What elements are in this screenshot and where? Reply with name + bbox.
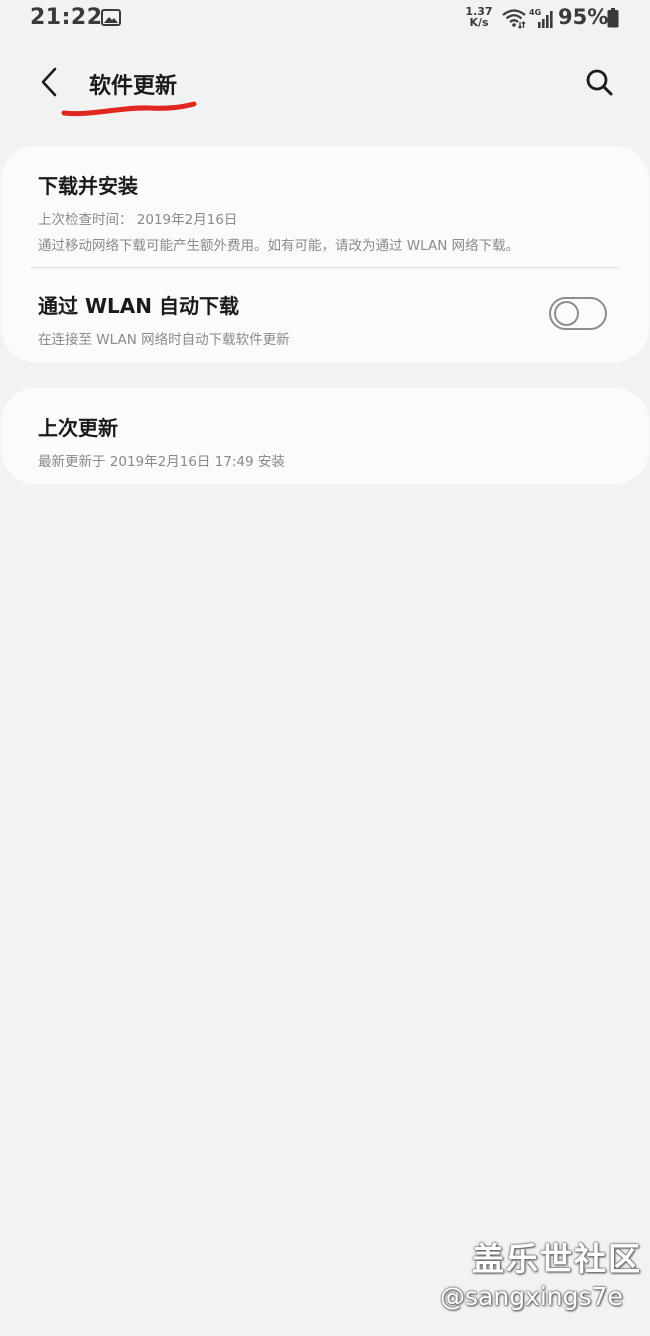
auto-download-wlan-title: 通过 WLAN 自动下载 — [38, 294, 239, 318]
search-icon — [586, 69, 613, 96]
status-bar: 21:22 1.37 K/s 4G 95% — [0, 0, 650, 40]
network-type-label: 4G — [529, 8, 541, 17]
last-check-time: 上次检查时间： 2019年2月16日 — [38, 212, 238, 228]
network-speed-unit: K/s — [469, 16, 489, 29]
toggle-knob — [554, 301, 579, 326]
battery-percent: 95% — [558, 5, 609, 29]
download-and-install-item[interactable]: 下载并安装 上次检查时间： 2019年2月16日 通过移动网络下载可能产生额外费… — [38, 170, 609, 254]
search-button[interactable] — [580, 64, 618, 100]
back-button[interactable] — [34, 64, 66, 100]
mobile-data-notice: 通过移动网络下载可能产生额外费用。如有可能，请改为通过 WLAN 网络下载。 — [38, 238, 520, 254]
last-update-title: 上次更新 — [38, 416, 118, 440]
last-update-desc: 最新更新于 2019年2月16日 17:49 安装 — [38, 454, 285, 470]
network-speed: 1.37 K/s — [465, 6, 493, 28]
download-settings-card: 下载并安装 上次检查时间： 2019年2月16日 通过移动网络下载可能产生额外费… — [1, 146, 649, 362]
last-update-item: 上次更新 最新更新于 2019年2月16日 17:49 安装 — [38, 412, 609, 470]
cellular-signal-icon: 4G — [529, 8, 553, 28]
auto-download-wlan-desc: 在连接至 WLAN 网络时自动下载软件更新 — [38, 332, 290, 348]
gallery-notification-icon — [101, 9, 121, 26]
status-time: 21:22 — [30, 5, 103, 30]
wifi-icon — [502, 9, 526, 29]
download-and-install-title: 下载并安装 — [38, 174, 138, 198]
watermark-title: 盖乐世社区 — [472, 1240, 643, 1278]
software-update-screen: 21:22 1.37 K/s 4G 95% 软件更新 下载并安装 上次检查时间：… — [0, 0, 650, 1336]
auto-download-toggle[interactable] — [549, 297, 607, 330]
divider — [31, 267, 619, 268]
red-annotation-stroke — [61, 101, 197, 117]
battery-icon — [607, 8, 619, 28]
auto-download-wlan-item[interactable]: 通过 WLAN 自动下载 在连接至 WLAN 网络时自动下载软件更新 — [38, 290, 609, 348]
watermark-handle: @sangxings7e — [440, 1282, 623, 1311]
back-arrow-icon — [41, 67, 57, 97]
last-update-card[interactable]: 上次更新 最新更新于 2019年2月16日 17:49 安装 — [1, 388, 649, 484]
